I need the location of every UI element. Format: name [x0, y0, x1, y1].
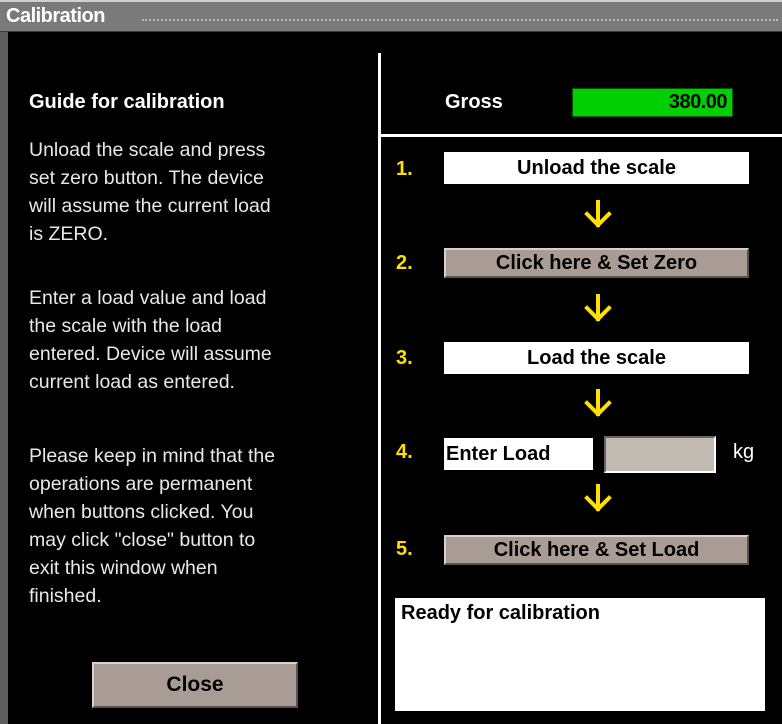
status-text: Ready for calibration [401, 602, 600, 624]
guide-line: will assume the current load [29, 195, 271, 217]
guide-line: the scale with the load [29, 315, 222, 337]
arrow-down-icon [584, 294, 612, 322]
guide-line: finished. [29, 585, 102, 607]
guide-line: entered. Device will assume [29, 343, 272, 365]
enter-load-label: Enter Load [444, 438, 593, 470]
arrow-down-icon [584, 484, 612, 512]
gross-separator [381, 134, 782, 137]
guide-line: Unload the scale and press [29, 139, 266, 161]
guide-paragraph-warning: Please keep in mind that the operations … [29, 442, 369, 610]
arrow-down-icon [584, 389, 612, 417]
guide-line: operations are permanent [29, 473, 253, 495]
guide-line: is ZERO. [29, 223, 109, 245]
panel-divider [378, 53, 381, 724]
title-bar: Calibration [0, 0, 782, 32]
status-message-box: Ready for calibration [395, 598, 765, 711]
load-value-input[interactable] [604, 436, 716, 473]
guide-paragraph-load: Enter a load value and load the scale wi… [29, 284, 369, 396]
step-load-scale: Load the scale [444, 342, 749, 374]
guide-title: Guide for calibration [29, 91, 225, 113]
guide-paragraph-unload: Unload the scale and press set zero butt… [29, 136, 369, 248]
step-2-number: 2. [396, 252, 413, 274]
step-5-number: 5. [396, 538, 413, 560]
step-4-number: 4. [396, 441, 413, 463]
guide-line: when buttons clicked. You [29, 501, 254, 523]
guide-line: set zero button. The device [29, 167, 264, 189]
gross-label: Gross [445, 91, 503, 113]
title-bar-pattern [142, 19, 778, 21]
window-frame-left [0, 32, 8, 724]
guide-line: exit this window when [29, 557, 218, 579]
gross-value-display: 380.00 [572, 88, 733, 117]
window-title: Calibration [6, 5, 105, 27]
guide-line: Enter a load value and load [29, 287, 267, 309]
step-1-number: 1. [396, 158, 413, 180]
close-button[interactable]: Close [92, 662, 298, 708]
guide-line: may click "close" button to [29, 529, 256, 551]
guide-line: current load as entered. [29, 371, 235, 393]
set-zero-button[interactable]: Click here & Set Zero [444, 248, 749, 278]
step-unload-scale: Unload the scale [444, 152, 749, 184]
arrow-down-icon [584, 200, 612, 228]
set-load-button[interactable]: Click here & Set Load [444, 535, 749, 565]
guide-line: Please keep in mind that the [29, 445, 276, 467]
load-unit-label: kg [733, 441, 755, 463]
step-3-number: 3. [396, 347, 413, 369]
